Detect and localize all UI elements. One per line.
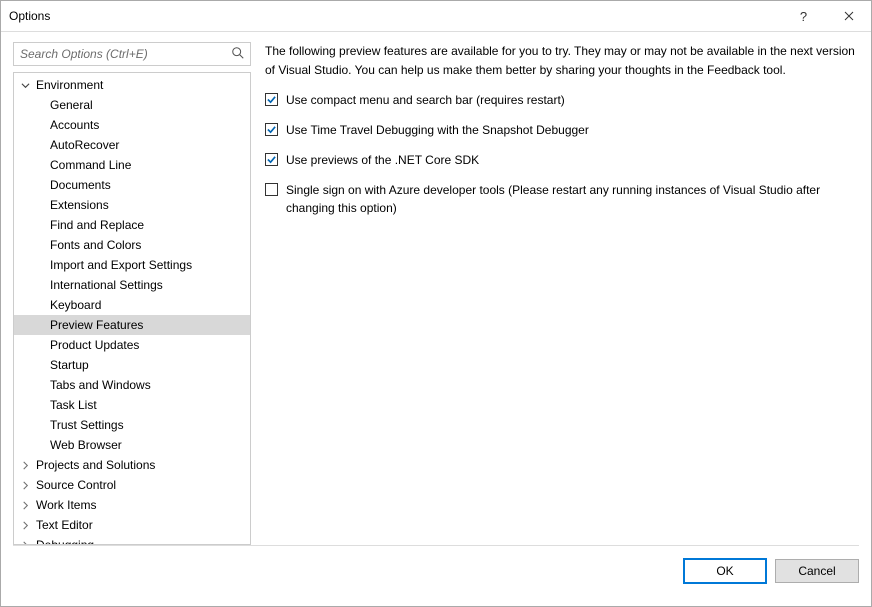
content-panel: The following preview features are avail… <box>265 42 859 545</box>
tree-item-autorecover[interactable]: AutoRecover <box>14 135 250 155</box>
tree-item-label: Import and Export Settings <box>48 258 192 272</box>
tree-item-source-control[interactable]: Source Control <box>14 475 250 495</box>
tree-item-label: Trust Settings <box>48 418 124 432</box>
tree-item-tabs-and-windows[interactable]: Tabs and Windows <box>14 375 250 395</box>
tree-item-label: Command Line <box>48 158 131 172</box>
chevron-right-icon[interactable] <box>18 458 32 472</box>
checkbox[interactable] <box>265 153 278 166</box>
tree-item-label: Work Items <box>34 498 96 512</box>
tree-item-label: Product Updates <box>48 338 139 352</box>
options-tree: Environment General Accounts AutoRecover Com… <box>13 72 251 545</box>
left-panel: Environment General Accounts AutoRecover Com… <box>13 42 251 545</box>
help-button[interactable]: ? <box>781 1 826 31</box>
tree-item-label: Task List <box>48 398 97 412</box>
tree-item-general[interactable]: General <box>14 95 250 115</box>
tree-item-label: Environment <box>34 78 103 92</box>
cancel-button[interactable]: Cancel <box>775 559 859 583</box>
tree-item-command-line[interactable]: Command Line <box>14 155 250 175</box>
tree-item-label: Find and Replace <box>48 218 144 232</box>
tree-item-keyboard[interactable]: Keyboard <box>14 295 250 315</box>
tree-item-label: Text Editor <box>34 518 93 532</box>
chevron-down-icon[interactable] <box>18 78 32 92</box>
intro-text: The following preview features are avail… <box>265 42 859 79</box>
tree-item-import-and-export-settings[interactable]: Import and Export Settings <box>14 255 250 275</box>
chevron-right-icon[interactable] <box>18 518 32 532</box>
checkbox[interactable] <box>265 93 278 106</box>
tree-item-label: Web Browser <box>48 438 122 452</box>
tree-item-label: AutoRecover <box>48 138 119 152</box>
tree-item-find-and-replace[interactable]: Find and Replace <box>14 215 250 235</box>
tree-item-task-list[interactable]: Task List <box>14 395 250 415</box>
tree-scroll[interactable]: Environment General Accounts AutoRecover Com… <box>14 73 250 544</box>
tree-item-debugging[interactable]: Debugging <box>14 535 250 544</box>
option-row: Single sign on with Azure developer tool… <box>265 181 859 217</box>
window-title: Options <box>9 9 781 23</box>
tree-item-label: Startup <box>48 358 89 372</box>
tree-item-label: Documents <box>48 178 111 192</box>
titlebar: Options ? <box>1 1 871 32</box>
tree-item-trust-settings[interactable]: Trust Settings <box>14 415 250 435</box>
tree-item-label: Accounts <box>48 118 99 132</box>
option-label: Use Time Travel Debugging with the Snaps… <box>286 121 589 139</box>
tree-item-preview-features[interactable]: Preview Features <box>14 315 250 335</box>
search-input[interactable] <box>13 42 251 66</box>
tree-item-label: Tabs and Windows <box>48 378 151 392</box>
chevron-right-icon[interactable] <box>18 538 32 544</box>
option-label: Single sign on with Azure developer tool… <box>286 181 859 217</box>
chevron-right-icon[interactable] <box>18 478 32 492</box>
search-wrap <box>13 42 251 66</box>
dialog-body: Environment General Accounts AutoRecover Com… <box>1 32 871 545</box>
tree-item-label: International Settings <box>48 278 163 292</box>
chevron-right-icon[interactable] <box>18 498 32 512</box>
options-dialog: Options ? Environment General Accounts Auto… <box>0 0 872 607</box>
tree-item-label: Extensions <box>48 198 109 212</box>
option-row: Use previews of the .NET Core SDK <box>265 151 859 169</box>
tree-item-text-editor[interactable]: Text Editor <box>14 515 250 535</box>
option-label: Use compact menu and search bar (require… <box>286 91 565 109</box>
tree-item-extensions[interactable]: Extensions <box>14 195 250 215</box>
tree-item-fonts-and-colors[interactable]: Fonts and Colors <box>14 235 250 255</box>
tree-item-international-settings[interactable]: International Settings <box>14 275 250 295</box>
tree-item-label: Debugging <box>34 538 94 544</box>
option-label: Use previews of the .NET Core SDK <box>286 151 479 169</box>
tree-item-label: Preview Features <box>48 318 143 332</box>
help-icon: ? <box>800 9 807 24</box>
checkbox[interactable] <box>265 183 278 196</box>
tree-item-work-items[interactable]: Work Items <box>14 495 250 515</box>
tree-item-documents[interactable]: Documents <box>14 175 250 195</box>
option-row: Use Time Travel Debugging with the Snaps… <box>265 121 859 139</box>
tree-item-label: General <box>48 98 93 112</box>
checkbox[interactable] <box>265 123 278 136</box>
close-icon <box>844 9 854 24</box>
tree-item-projects-and-solutions[interactable]: Projects and Solutions <box>14 455 250 475</box>
tree-item-startup[interactable]: Startup <box>14 355 250 375</box>
ok-button[interactable]: OK <box>683 558 767 584</box>
tree-item-environment[interactable]: Environment <box>14 75 250 95</box>
close-button[interactable] <box>826 1 871 31</box>
tree-item-label: Keyboard <box>48 298 101 312</box>
dialog-footer: OK Cancel <box>1 546 871 606</box>
tree-item-label: Source Control <box>34 478 116 492</box>
tree-item-label: Fonts and Colors <box>48 238 141 252</box>
tree-item-label: Projects and Solutions <box>34 458 155 472</box>
option-row: Use compact menu and search bar (require… <box>265 91 859 109</box>
tree-item-product-updates[interactable]: Product Updates <box>14 335 250 355</box>
tree-item-accounts[interactable]: Accounts <box>14 115 250 135</box>
tree-item-web-browser[interactable]: Web Browser <box>14 435 250 455</box>
